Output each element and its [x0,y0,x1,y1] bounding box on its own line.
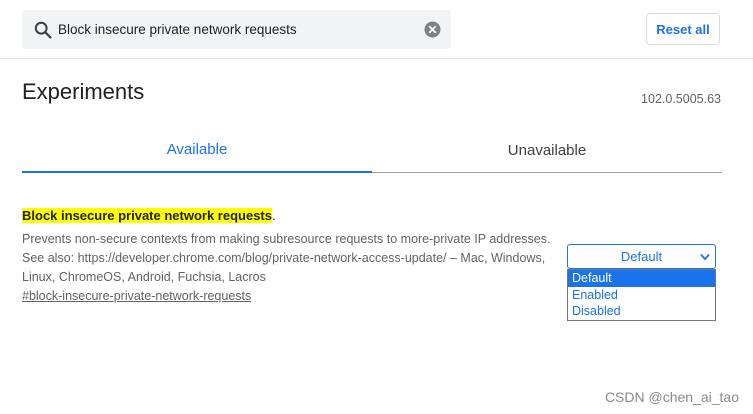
experiment-description: Prevents non-secure contexts from making… [22,232,551,284]
select-dropdown-list: Default Enabled Disabled [567,269,716,321]
clear-icon[interactable] [424,21,441,38]
search-icon [34,21,52,39]
tab-available[interactable]: Available [22,128,372,173]
tab-bar: Available Unavailable [22,128,722,173]
reset-all-button[interactable]: Reset all [646,13,720,45]
header-bar: Reset all [0,0,753,59]
search-box[interactable] [22,10,451,49]
chevron-down-icon [700,253,710,261]
watermark: CSDN @chen_ai_tao [604,389,739,405]
experiment-title-highlight: Block insecure private network requests [22,208,272,223]
option-disabled[interactable]: Disabled [568,303,715,320]
version-label: 102.0.5005.63 [641,92,721,106]
option-enabled[interactable]: Enabled [568,287,715,304]
search-input[interactable] [58,10,408,49]
select-value: Default [620,249,663,264]
tab-unavailable[interactable]: Unavailable [372,128,722,172]
experiment-title-suffix: . [271,208,276,223]
experiment-state-select[interactable]: Default [567,244,716,269]
page-title: Experiments [22,79,145,104]
experiment-permalink[interactable]: #block-insecure-private-network-requests [22,289,251,303]
option-default[interactable]: Default [568,270,715,287]
experiment-title: Block insecure private network requests. [22,208,276,223]
